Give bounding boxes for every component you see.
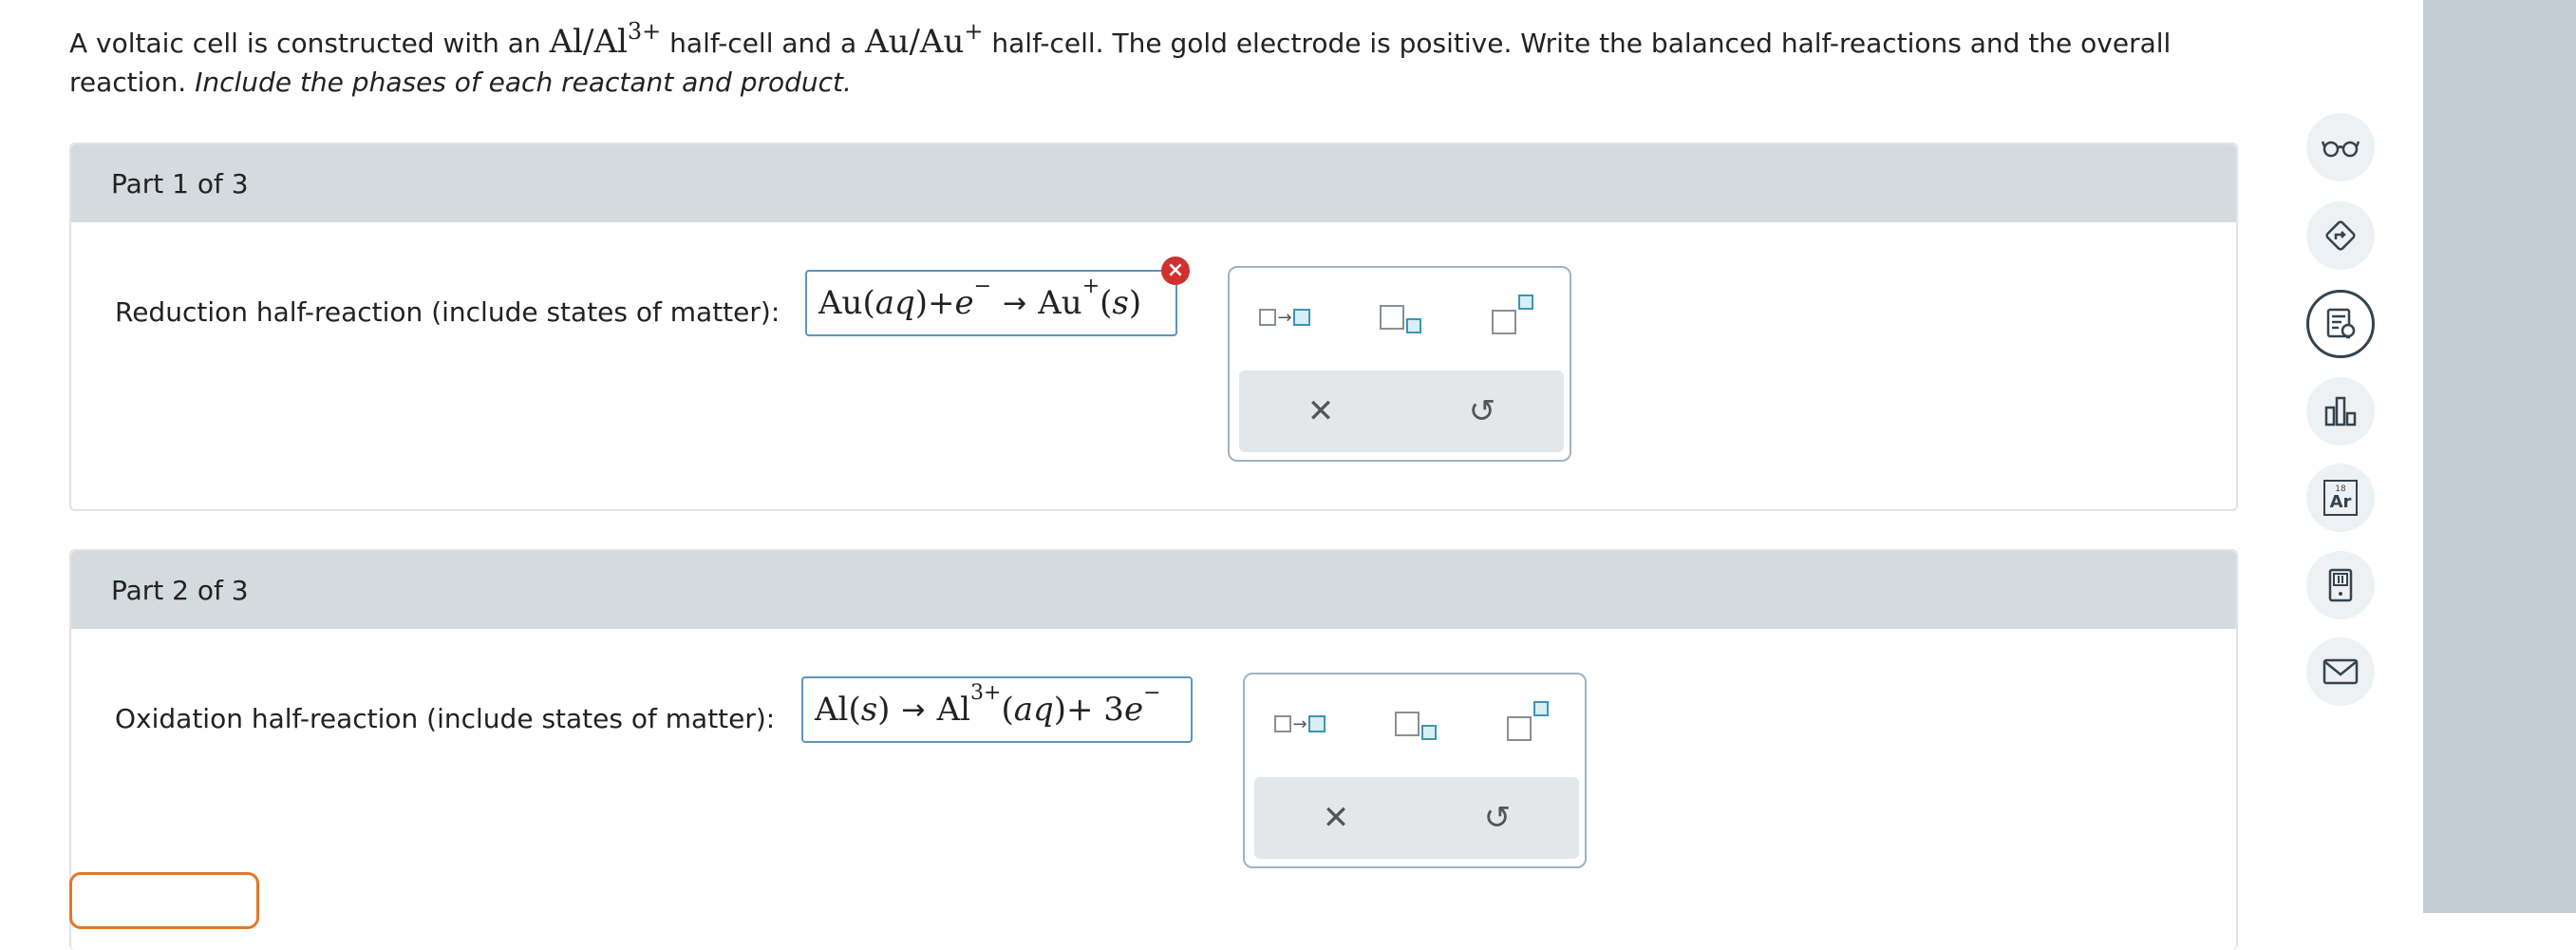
reaction-arrow-template-button[interactable]: → <box>1262 703 1338 745</box>
clear-icon: ✕ <box>1307 392 1335 430</box>
subscript-template-icon <box>1395 712 1437 740</box>
glasses-icon <box>2322 141 2360 158</box>
subscript-template-icon <box>1380 305 1421 333</box>
superscript-template-icon <box>1507 701 1549 741</box>
question-instruction: Include the phases of each reactant and … <box>195 66 852 98</box>
part-1-prompt: Reduction half-reaction (include states … <box>115 296 780 328</box>
question-text-1: A voltaic cell is constructed with an <box>69 28 550 59</box>
al-couple: Al/Al <box>549 23 628 61</box>
part-1-header: Part 1 of 3 <box>71 144 2236 222</box>
au-couple: Au/Au <box>865 23 965 61</box>
part-2-panel: Part 2 of 3 Oxidation half-reaction (inc… <box>69 549 2238 950</box>
part-2-title: Part 2 of 3 <box>111 574 249 606</box>
clear-icon: ✕ <box>1322 799 1350 837</box>
main-content: A voltaic cell is constructed with an Al… <box>0 0 2423 950</box>
undo-button[interactable]: ↺ <box>1440 787 1554 849</box>
action-button[interactable] <box>69 872 259 929</box>
error-icon: × <box>1161 256 1190 285</box>
calculator-button[interactable] <box>2306 551 2375 619</box>
question-text-3: half-cell. The gold electrode is positiv… <box>983 28 2172 59</box>
clear-button[interactable]: ✕ <box>1264 380 1378 443</box>
al-charge: 3+ <box>627 18 662 45</box>
part-2-prompt: Oxidation half-reaction (include states … <box>115 703 776 734</box>
part-1-input-palette: → ✕ ↺ <box>1228 266 1571 462</box>
part-2-input-palette: → ✕ ↺ <box>1243 673 1587 868</box>
au-charge: + <box>964 18 984 45</box>
reaction-arrow-template-icon: → <box>1274 714 1326 734</box>
part-2-header: Part 2 of 3 <box>71 551 2236 629</box>
calculator-icon <box>2328 568 2353 602</box>
subscript-template-button[interactable] <box>1363 296 1438 338</box>
bar-chart-icon <box>2324 396 2357 427</box>
question-text: A voltaic cell is constructed with an Al… <box>69 18 2253 102</box>
clear-button[interactable]: ✕ <box>1279 787 1393 849</box>
palette-actions: ✕ ↺ <box>1254 777 1579 859</box>
palette-actions: ✕ ↺ <box>1239 370 1564 452</box>
data-button[interactable] <box>2306 377 2375 446</box>
directions-button[interactable] <box>2306 201 2375 270</box>
subscript-template-button[interactable] <box>1378 703 1454 745</box>
mail-icon <box>2322 658 2359 685</box>
question-text-4: reaction. <box>69 66 196 98</box>
periodic-table-icon: 18 Ar <box>2323 480 2358 516</box>
superscript-template-button[interactable] <box>1475 294 1551 338</box>
reaction-arrow-template-button[interactable]: → <box>1247 296 1323 338</box>
reduction-answer-input[interactable]: Au(aq) + e − → Au +(s) <box>805 270 1177 336</box>
undo-icon: ↺ <box>1483 799 1512 837</box>
directions-icon <box>2325 220 2356 251</box>
notes-button[interactable] <box>2306 290 2375 358</box>
right-gutter <box>2423 0 2576 913</box>
superscript-template-icon <box>1492 294 1533 334</box>
oxidation-answer-input[interactable]: Al(s) → Al 3+(aq) + 3 e − <box>801 676 1193 743</box>
part-1-title: Part 1 of 3 <box>111 167 249 200</box>
glasses-button[interactable] <box>2306 113 2375 181</box>
periodic-table-button[interactable]: 18 Ar <box>2306 464 2375 532</box>
undo-button[interactable]: ↺ <box>1425 380 1539 443</box>
notes-lightbulb-icon <box>2326 308 2356 339</box>
part-1-panel: Part 1 of 3 Reduction half-reaction (inc… <box>69 142 2238 511</box>
superscript-template-button[interactable] <box>1490 701 1566 745</box>
undo-icon: ↺ <box>1468 392 1496 430</box>
mail-button[interactable] <box>2306 637 2375 706</box>
reaction-arrow-template-icon: → <box>1259 308 1310 328</box>
question-text-2: half-cell and a <box>661 28 866 59</box>
